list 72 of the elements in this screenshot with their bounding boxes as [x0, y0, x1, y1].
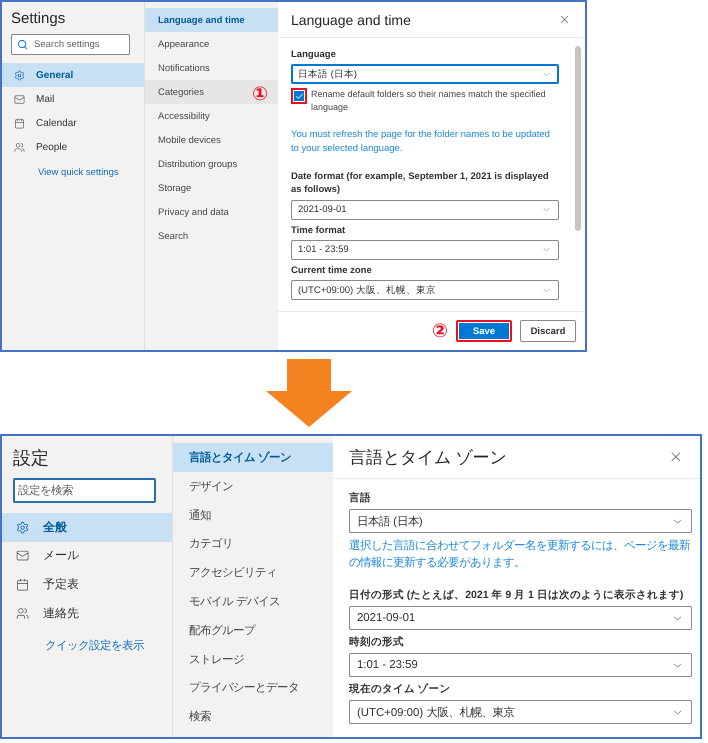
pane-title: Language and time	[291, 12, 411, 28]
quick-settings-link[interactable]: クイック設定を表示	[45, 638, 172, 653]
nav-item[interactable]: Calendar	[2, 111, 144, 135]
checkbox-label: Rename default folders so their names match the specified language	[311, 88, 547, 114]
nav-item[interactable]: 全般	[2, 512, 172, 542]
dropdown[interactable]: 1:01 - 23:59	[291, 240, 559, 260]
category-item[interactable]: ストレージ	[173, 644, 334, 674]
language-dropdown[interactable]: 日本語 (日本)	[348, 509, 692, 534]
category-item[interactable]: デザイン	[173, 472, 334, 501]
checkbox[interactable]	[291, 88, 307, 104]
nav-item[interactable]: 予定表	[2, 570, 172, 600]
nav-item[interactable]: People	[2, 135, 144, 159]
language-dropdown[interactable]: 日本語 (日本)	[291, 64, 559, 84]
field-label: 現在のタイム ゾーン	[348, 682, 452, 697]
down-arrow-icon	[266, 359, 352, 427]
gear-icon	[16, 520, 30, 534]
calendar-icon	[16, 578, 30, 592]
category-item[interactable]: カテゴリ	[173, 530, 334, 558]
check-icon	[294, 92, 304, 101]
step-marker: ②	[432, 320, 448, 342]
field-label: 日付の形式 (たとえば、2021 年 9 月 1 日は次のように表示されます)	[348, 588, 684, 603]
search-field[interactable]: 設定を検索	[12, 478, 156, 504]
field-label: Time format	[291, 224, 346, 237]
field-label: 言語	[348, 491, 372, 506]
people-icon	[16, 606, 30, 620]
category-item[interactable]: 検索	[173, 702, 334, 732]
category-item[interactable]: 配布グループ	[173, 616, 334, 645]
calendar-icon	[14, 118, 25, 128]
people-icon	[14, 142, 25, 152]
quick-settings-link[interactable]: View quick settings	[38, 167, 144, 178]
settings-title: Settings	[10, 9, 66, 29]
notice-text: 選択した言語に合わせてフォルダー名を更新するには、ページを最新の情報に更新する必要があります。	[348, 538, 691, 571]
field-label: Current time zone	[291, 264, 373, 278]
category-item[interactable]: Mobile devices	[145, 128, 278, 152]
category-item[interactable]: Language and time	[145, 8, 278, 32]
category-item[interactable]: Appearance	[145, 32, 278, 56]
nav-item[interactable]: 連絡先	[2, 599, 172, 628]
mail-icon	[14, 94, 25, 104]
dropdown[interactable]: 1:01 - 23:59	[348, 653, 692, 678]
category-item[interactable]: プライバシーとデータ	[173, 674, 334, 702]
dropdown[interactable]: 2021-09-01	[291, 200, 559, 220]
dropdown[interactable]: 2021-09-01	[348, 606, 692, 630]
nav-item[interactable]: General	[2, 63, 144, 87]
field-label: 時刻の形式	[348, 635, 405, 650]
field-label: Date format (for example, September 1, 2021 is displayed as follows)	[291, 170, 550, 197]
gear-icon	[14, 70, 25, 80]
notice-text: You must refresh the page for the folder names to be updated to your selected language.	[291, 128, 551, 156]
discard-button[interactable]: Discard	[520, 320, 576, 342]
settings-title: 設定	[12, 446, 50, 470]
nav-item[interactable]: Mail	[2, 87, 144, 111]
category-item[interactable]: Privacy and data	[145, 200, 278, 224]
field-label: Language	[291, 48, 337, 62]
scrollbar-thumb[interactable]	[575, 46, 581, 232]
category-item[interactable]: Accessibility	[145, 104, 278, 128]
mail-icon	[16, 549, 30, 563]
step-marker: ①	[252, 83, 268, 106]
close-icon[interactable]	[558, 13, 571, 26]
search-icon	[17, 39, 28, 50]
search-field[interactable]: Search settings	[11, 34, 130, 55]
category-item[interactable]: Search	[145, 224, 278, 248]
category-item[interactable]: アクセシビリティ	[173, 558, 334, 588]
category-item[interactable]: Storage	[145, 176, 278, 200]
dropdown[interactable]: (UTC+09:00) 大阪、札幌、東京	[291, 280, 559, 300]
category-item[interactable]: Distribution groups	[145, 152, 278, 176]
save-button[interactable]: Save	[456, 320, 512, 342]
category-item[interactable]: モバイル デバイス	[173, 587, 334, 616]
category-item[interactable]: 通知	[173, 500, 334, 530]
nav-item[interactable]: メール	[2, 542, 172, 570]
dropdown[interactable]: (UTC+09:00) 大阪、札幌、東京	[348, 700, 692, 724]
pane-title: 言語とタイム ゾーン	[348, 446, 506, 468]
category-item[interactable]: Notifications	[145, 56, 278, 80]
category-item[interactable]: 言語とタイム ゾーン	[173, 443, 334, 472]
